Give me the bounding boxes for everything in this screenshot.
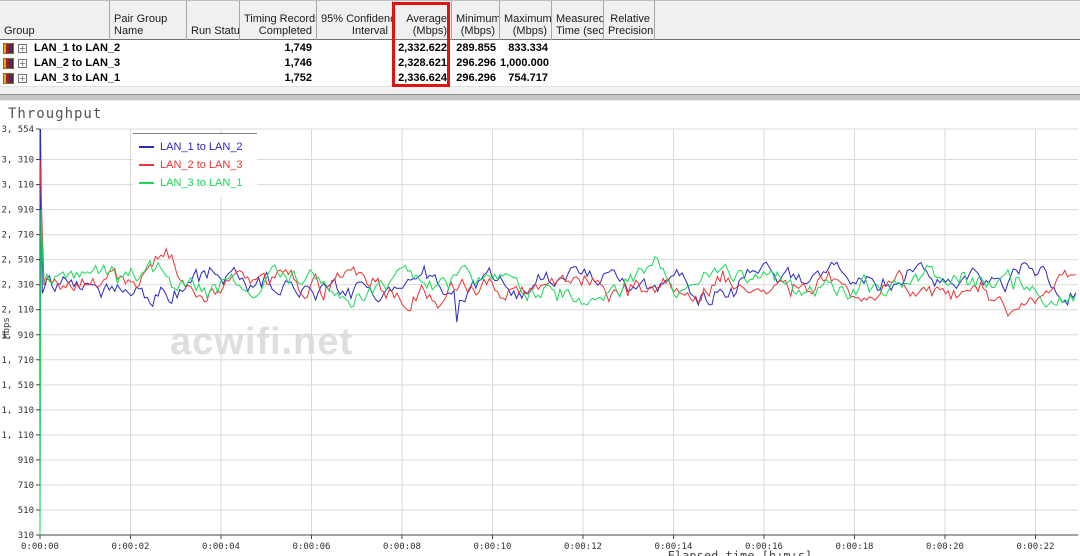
chart-legend: LAN_1 to LAN_2 LAN_2 to LAN_3 LAN_3 to LAN… — [133, 133, 257, 197]
pane-splitter[interactable] — [0, 94, 1080, 101]
column-header-line: Maximum — [504, 13, 547, 25]
y-tick-label: 1, 110 — [1, 431, 34, 441]
column-header-line: Minimum — [456, 13, 495, 25]
column-header-line: Group — [4, 25, 105, 37]
column-header-line: Measured — [556, 13, 599, 25]
cell-average: 2,332.622 — [393, 42, 447, 54]
column-header-pair_group_name[interactable]: Pair GroupName — [110, 1, 187, 40]
column-header-line: Pair Group — [114, 13, 182, 25]
ixchariot-window: Group Pair GroupName Run Status Timing Reco… — [0, 0, 1080, 556]
cell-minimum: 296.296 — [452, 57, 496, 69]
column-header-line: Run Status — [191, 25, 235, 37]
y-tick-label: 2, 710 — [1, 231, 34, 241]
x-tick-label: 0:00:14 — [655, 542, 693, 552]
x-tick-label: 0:00:06 — [293, 542, 331, 552]
x-tick-label: 0:00:22 — [1017, 542, 1055, 552]
column-header-line: Name — [114, 25, 182, 37]
y-tick-label: 1, 910 — [1, 331, 34, 341]
cell-timing_records: 1,752 — [240, 72, 312, 84]
x-tick-label: 0:00:16 — [745, 542, 783, 552]
pair-group-chart-icon — [3, 58, 14, 69]
cell-minimum: 296.296 — [452, 72, 496, 84]
legend-entry-2: LAN_2 to LAN_3 — [139, 156, 257, 174]
column-header-measured_time[interactable]: MeasuredTime (sec) — [552, 1, 604, 40]
column-header-group[interactable]: Group — [0, 1, 110, 40]
legend-entry-3: LAN_3 to LAN_1 — [139, 174, 257, 192]
column-header-line: (Mbps) — [397, 25, 447, 37]
pair-group-chart-icon — [3, 43, 14, 54]
y-tick-label: 3, 110 — [1, 181, 34, 191]
cell-average: 2,336.624 — [393, 72, 447, 84]
cell-timing_records: 1,749 — [240, 42, 312, 54]
y-tick-label: 2, 910 — [1, 206, 34, 216]
cell-average: 2,328.621 — [393, 57, 447, 69]
column-header-line: 95% Confidence — [321, 13, 388, 25]
x-tick-label: 0:00:00 — [21, 542, 59, 552]
cell-maximum: 833.334 — [500, 42, 548, 54]
legend-line-swatch — [139, 146, 154, 148]
column-header-line: Completed — [244, 25, 312, 37]
y-tick-label: 710 — [18, 481, 34, 491]
y-tick-label: 3, 554 — [1, 125, 34, 135]
results-table-header: Group Pair GroupName Run Status Timing Reco… — [0, 0, 1080, 40]
table-row[interactable]: LAN_1 to LAN_2 1,749 2,332.622 289.855 833.3… — [0, 41, 1080, 56]
table-row[interactable]: LAN_3 to LAN_1 1,752 2,336.624 296.296 754.7… — [0, 71, 1080, 86]
column-header-line: (Mbps) — [456, 25, 495, 37]
expand-icon[interactable] — [18, 59, 27, 68]
y-tick-label: 2, 310 — [1, 281, 34, 291]
column-header-run_status[interactable]: Run Status — [187, 1, 240, 40]
y-tick-label: 910 — [18, 456, 34, 466]
legend-label: LAN_3 to LAN_1 — [160, 177, 243, 189]
y-tick-label: 1, 710 — [1, 356, 34, 366]
pair-group-name: LAN_3 to LAN_1 — [34, 72, 120, 84]
expand-icon[interactable] — [18, 44, 27, 53]
column-header-average[interactable]: Average(Mbps) — [393, 1, 452, 40]
pair-group-name: LAN_1 to LAN_2 — [34, 42, 120, 54]
cell-maximum: 1,000.000 — [500, 57, 548, 69]
x-tick-label: 0:00:12 — [564, 542, 602, 552]
cell-minimum: 289.855 — [452, 42, 496, 54]
y-tick-label: 2, 510 — [1, 256, 34, 266]
x-tick-label: 0:00:08 — [383, 542, 421, 552]
table-row[interactable]: LAN_2 to LAN_3 1,746 2,328.621 296.296 1,000… — [0, 56, 1080, 71]
y-tick-label: 3, 310 — [1, 156, 34, 166]
column-header-line: Relative — [608, 13, 650, 25]
y-tick-label: 310 — [18, 531, 34, 541]
pair-group-name: LAN_2 to LAN_3 — [34, 57, 120, 69]
expand-icon[interactable] — [18, 74, 27, 83]
legend-line-swatch — [139, 164, 154, 166]
column-header-maximum[interactable]: Maximum(Mbps) — [500, 1, 552, 40]
x-tick-label: 0:00:18 — [836, 542, 874, 552]
pair-group-chart-icon — [3, 73, 14, 84]
column-header-line: Timing Records — [244, 13, 312, 25]
column-header-line: Average — [397, 13, 447, 25]
legend-line-swatch — [139, 182, 154, 184]
x-tick-label: 0:00:04 — [202, 542, 240, 552]
series-line-3 — [40, 210, 1076, 535]
y-tick-label: 510 — [18, 506, 34, 516]
column-header-confidence_interval[interactable]: 95% ConfidenceInterval — [317, 1, 393, 40]
x-tick-label: 0:00:02 — [112, 542, 150, 552]
y-tick-label: 1, 510 — [1, 381, 34, 391]
results-table-body: LAN_1 to LAN_2 1,749 2,332.622 289.855 833.3… — [0, 41, 1080, 86]
column-header-line: (Mbps) — [504, 25, 547, 37]
legend-label: LAN_2 to LAN_3 — [160, 159, 243, 171]
column-header-line: Interval — [321, 25, 388, 37]
column-header-line: Precision — [608, 25, 650, 37]
column-header-timing_records[interactable]: Timing RecordsCompleted — [240, 1, 317, 40]
x-tick-label: 0:00:20 — [926, 542, 964, 552]
cell-timing_records: 1,746 — [240, 57, 312, 69]
legend-entry-1: LAN_1 to LAN_2 — [139, 138, 257, 156]
column-header-relative_precision[interactable]: RelativePrecision — [604, 1, 655, 40]
column-header-line: Time (sec) — [556, 25, 599, 37]
cell-maximum: 754.717 — [500, 72, 548, 84]
y-tick-label: 2, 110 — [1, 306, 34, 316]
y-tick-label: 1, 310 — [1, 406, 34, 416]
column-header-minimum[interactable]: Minimum(Mbps) — [452, 1, 500, 40]
throughput-chart-pane: Throughput acwifi.net 3105107109101, 110… — [0, 101, 1080, 556]
legend-label: LAN_1 to LAN_2 — [160, 141, 243, 153]
table-footer-strip — [0, 86, 1080, 94]
x-tick-label: 0:00:10 — [474, 542, 512, 552]
